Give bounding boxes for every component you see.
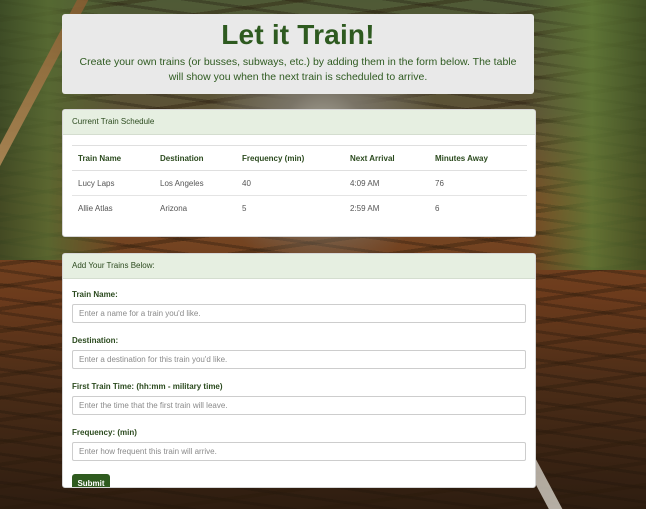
train-name-label: Train Name:: [72, 290, 118, 299]
submit-button[interactable]: Submit: [72, 474, 110, 487]
destination-label: Destination:: [72, 336, 119, 345]
first-train-time-input[interactable]: [72, 396, 526, 415]
column-header-next-arrival: Next Arrival: [344, 145, 429, 171]
frequency-input[interactable]: [72, 442, 526, 461]
table-row: Allie Atlas Arizona 5 2:59 AM 6: [72, 195, 527, 221]
add-train-card: Add Your Trains Below: Train Name: Desti…: [62, 253, 536, 488]
frequency-label: Frequency: (min): [72, 428, 137, 437]
schedule-card: Current Train Schedule Train Name Destin…: [62, 109, 536, 237]
cell-train-name: Lucy Laps: [72, 170, 154, 196]
destination-input[interactable]: [72, 350, 526, 369]
background-trees-right: [526, 0, 646, 270]
cell-destination: Los Angeles: [154, 170, 236, 196]
table-row: Lucy Laps Los Angeles 40 4:09 AM 76: [72, 170, 527, 196]
cell-next-arrival: 2:59 AM: [344, 195, 429, 221]
cell-destination: Arizona: [154, 195, 236, 221]
add-train-form: Train Name: Destination: First Train Tim…: [63, 279, 535, 487]
page-title: Let it Train!: [221, 19, 375, 50]
page-subtitle: Create your own trains (or busses, subwa…: [79, 56, 517, 83]
table-header-row: Train Name Destination Frequency (min) N…: [72, 145, 527, 171]
column-header-destination: Destination: [154, 145, 236, 171]
cell-train-name: Allie Atlas: [72, 195, 154, 221]
column-header-frequency: Frequency (min): [236, 145, 344, 171]
cell-next-arrival: 4:09 AM: [344, 170, 429, 196]
cell-minutes-away: 6: [429, 195, 527, 221]
schedule-heading: Current Train Schedule: [63, 110, 535, 135]
schedule-table: Train Name Destination Frequency (min) N…: [72, 145, 527, 221]
cell-minutes-away: 76: [429, 170, 527, 196]
cell-frequency: 5: [236, 195, 344, 221]
column-header-train-name: Train Name: [72, 145, 154, 171]
add-train-heading: Add Your Trains Below:: [63, 254, 535, 279]
cell-frequency: 40: [236, 170, 344, 196]
column-header-minutes-away: Minutes Away: [429, 145, 527, 171]
first-train-time-label: First Train Time: (hh:mm - military time…: [72, 382, 223, 391]
jumbotron: Let it Train! Create your own trains (or…: [62, 14, 534, 94]
train-name-input[interactable]: [72, 304, 526, 323]
